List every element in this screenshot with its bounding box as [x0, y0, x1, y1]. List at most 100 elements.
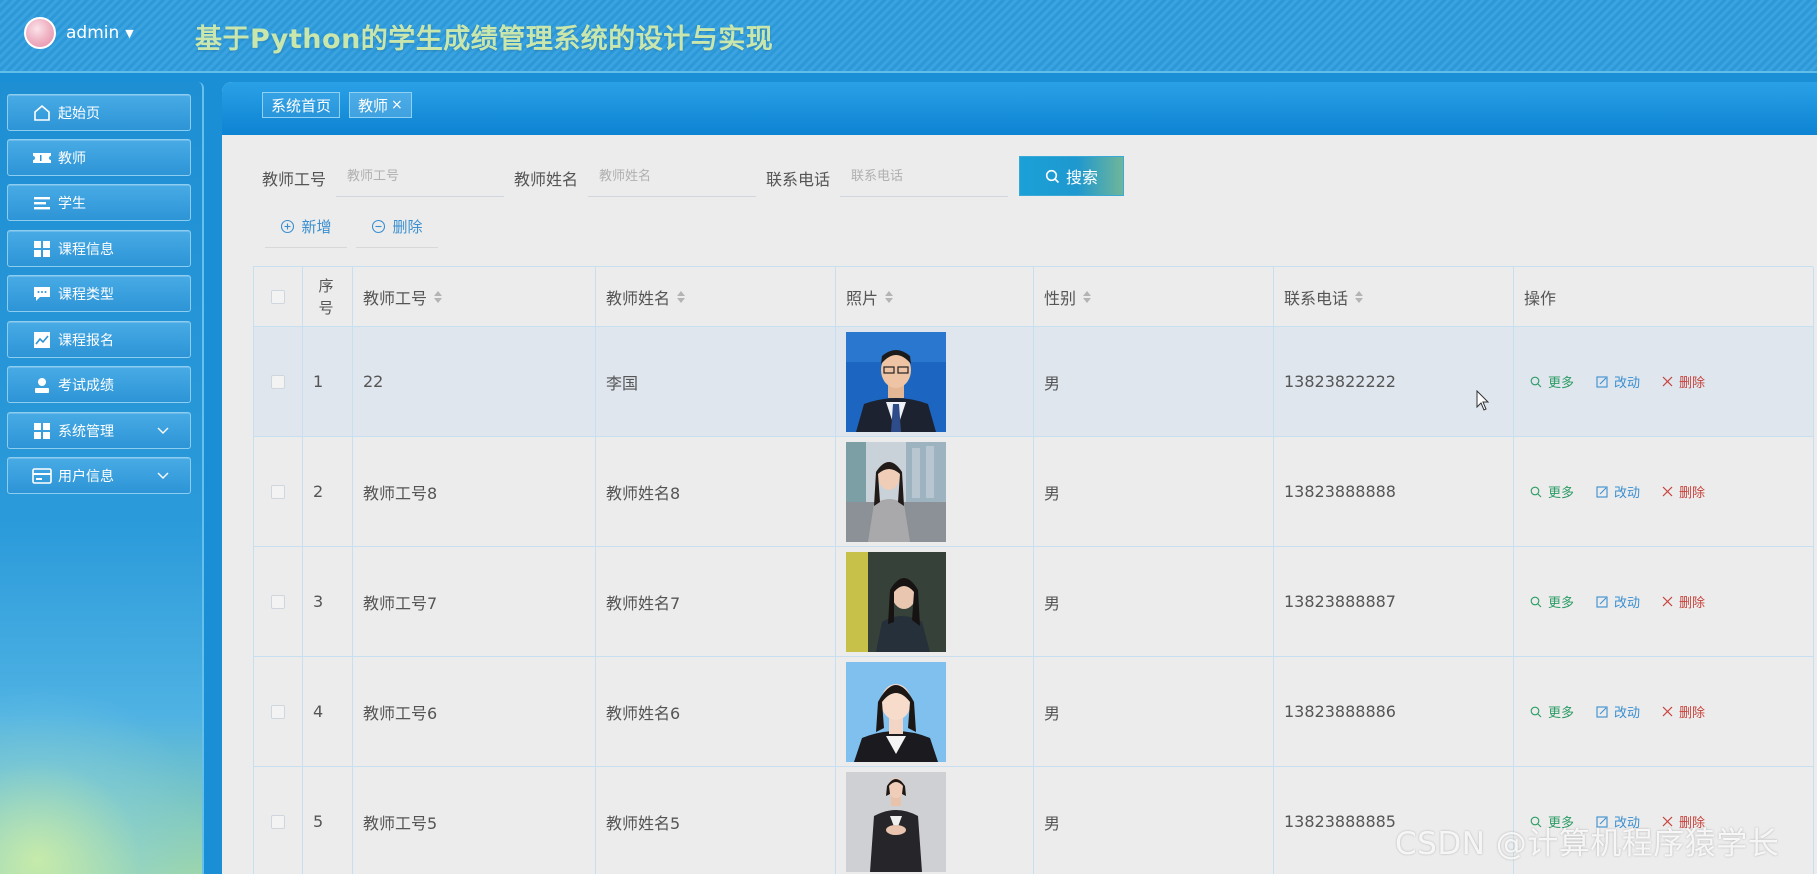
app-title: 基于Python的学生成绩管理系统的设计与实现 [195, 24, 774, 55]
more-button[interactable]: 更多 [1530, 592, 1574, 611]
teacher-photo[interactable] [846, 551, 946, 652]
sidebar-item-user-info[interactable]: 用户信息 [7, 457, 191, 494]
tab-home[interactable]: 系统首页 [262, 92, 341, 118]
select-all-checkbox[interactable] [271, 289, 285, 304]
close-icon [1662, 706, 1673, 717]
add-button-label: 新增 [301, 218, 332, 236]
sidebar-item-student[interactable]: 学生 [7, 184, 191, 221]
row-teacher-id: 教师工号5 [353, 767, 596, 874]
list-icon [32, 193, 52, 213]
more-label: 更多 [1548, 596, 1575, 611]
teacher-photo[interactable] [846, 441, 946, 542]
sort-icon[interactable] [1355, 290, 1364, 303]
close-icon[interactable]: × [391, 97, 403, 113]
row-gender: 男 [1034, 327, 1274, 437]
teacher-photo[interactable] [846, 771, 946, 872]
edit-button[interactable]: 改动 [1596, 372, 1640, 391]
delete-button[interactable]: 删除 [1662, 702, 1705, 721]
sidebar-item-label: 起始页 [58, 105, 100, 122]
add-button[interactable]: 新增 [265, 206, 347, 248]
grid-icon [32, 421, 52, 441]
delete-label: 删除 [1679, 376, 1706, 391]
tab-bar: 系统首页 教师 × [222, 82, 1817, 135]
chevron-down-icon[interactable] [156, 468, 170, 482]
sort-icon[interactable] [885, 290, 894, 303]
row-teacher-name: 教师姓名8 [596, 437, 836, 547]
caret-down-icon[interactable]: ▼ [125, 27, 133, 40]
row-teacher-name: 教师姓名7 [596, 547, 836, 657]
grid-icon [32, 239, 52, 259]
watermark: CSDN @计算机程序猿学长 [1395, 826, 1780, 862]
row-teacher-name: 教师姓名6 [596, 657, 836, 767]
row-teacher-name: 李国 [596, 327, 836, 437]
edit-button[interactable]: 改动 [1596, 592, 1640, 611]
teacher-table: 序号 教师工号 教师姓名 照片 性别 联系电话 操作 1 22 李国 男 138… [253, 266, 1814, 874]
row-checkbox[interactable] [271, 814, 285, 829]
user-menu[interactable]: admin ▼ [24, 17, 134, 49]
card-icon [32, 466, 52, 486]
chat-icon [32, 284, 52, 304]
batch-delete-button[interactable]: 删除 [356, 206, 438, 248]
sidebar-item-label: 教师 [58, 150, 86, 167]
delete-button[interactable]: 删除 [1662, 482, 1705, 501]
avatar[interactable] [24, 17, 56, 49]
row-checkbox[interactable] [271, 374, 285, 389]
edit-button[interactable]: 改动 [1596, 702, 1640, 721]
more-label: 更多 [1548, 376, 1575, 391]
row-photo-cell [836, 327, 1034, 437]
sidebar-item-home[interactable]: 起始页 [7, 94, 191, 131]
sidebar-item-label: 课程报名 [58, 332, 114, 349]
sidebar-item-teacher[interactable]: 教师 [7, 139, 191, 176]
edit-label: 改动 [1614, 706, 1641, 721]
row-gender: 男 [1034, 437, 1274, 547]
delete-button[interactable]: 删除 [1662, 372, 1705, 391]
more-button[interactable]: 更多 [1530, 482, 1574, 501]
search-icon [1045, 169, 1060, 183]
row-teacher-id: 教师工号6 [353, 657, 596, 767]
row-checkbox[interactable] [271, 484, 285, 499]
sidebar-item-exam-score[interactable]: 考试成绩 [7, 366, 191, 403]
delete-button[interactable]: 删除 [1662, 592, 1705, 611]
header-label: 教师姓名 [606, 288, 671, 308]
teacher-name-input[interactable] [588, 157, 756, 197]
edit-button[interactable]: 改动 [1596, 482, 1640, 501]
close-icon [1662, 596, 1673, 607]
more-button[interactable]: 更多 [1530, 702, 1574, 721]
header-teacher-id[interactable]: 教师工号 [353, 267, 596, 327]
sidebar-item-course-enroll[interactable]: 课程报名 [7, 321, 191, 358]
delete-label: 删除 [1679, 706, 1706, 721]
teacher-photo[interactable] [846, 661, 946, 762]
more-label: 更多 [1548, 486, 1575, 501]
sort-icon[interactable] [677, 290, 686, 303]
header-phone[interactable]: 联系电话 [1274, 267, 1514, 327]
search-button[interactable]: 搜索 [1019, 156, 1124, 196]
row-ops: 更多 改动 删除 [1514, 437, 1814, 547]
sidebar-item-label: 系统管理 [58, 423, 114, 440]
sidebar-item-label: 用户信息 [58, 468, 114, 485]
sidebar-item-system-admin[interactable]: 系统管理 [7, 412, 191, 449]
header-photo[interactable]: 照片 [836, 267, 1034, 327]
header-gender[interactable]: 性别 [1034, 267, 1274, 327]
search-icon [1530, 706, 1542, 717]
header-teacher-name[interactable]: 教师姓名 [596, 267, 836, 327]
tab-teacher[interactable]: 教师 × [349, 92, 412, 118]
mouse-cursor-icon [1476, 390, 1490, 411]
more-button[interactable]: 更多 [1530, 372, 1574, 391]
phone-input[interactable] [840, 157, 1008, 197]
delete-label: 删除 [1679, 596, 1706, 611]
header-label: 照片 [846, 288, 879, 308]
search-icon [1530, 486, 1542, 497]
sidebar-item-course-type[interactable]: 课程类型 [7, 275, 191, 312]
teacher-id-input[interactable] [336, 157, 504, 197]
row-index: 4 [303, 657, 353, 767]
row-photo-cell [836, 547, 1034, 657]
user-name[interactable]: admin [66, 23, 119, 43]
chevron-down-icon[interactable] [156, 423, 170, 437]
sidebar-item-course-info[interactable]: 课程信息 [7, 230, 191, 267]
row-checkbox[interactable] [271, 594, 285, 609]
plus-circle-icon [281, 219, 295, 234]
row-checkbox[interactable] [271, 704, 285, 719]
sort-icon[interactable] [434, 290, 443, 303]
teacher-photo[interactable] [846, 331, 946, 432]
sort-icon[interactable] [1083, 290, 1092, 303]
